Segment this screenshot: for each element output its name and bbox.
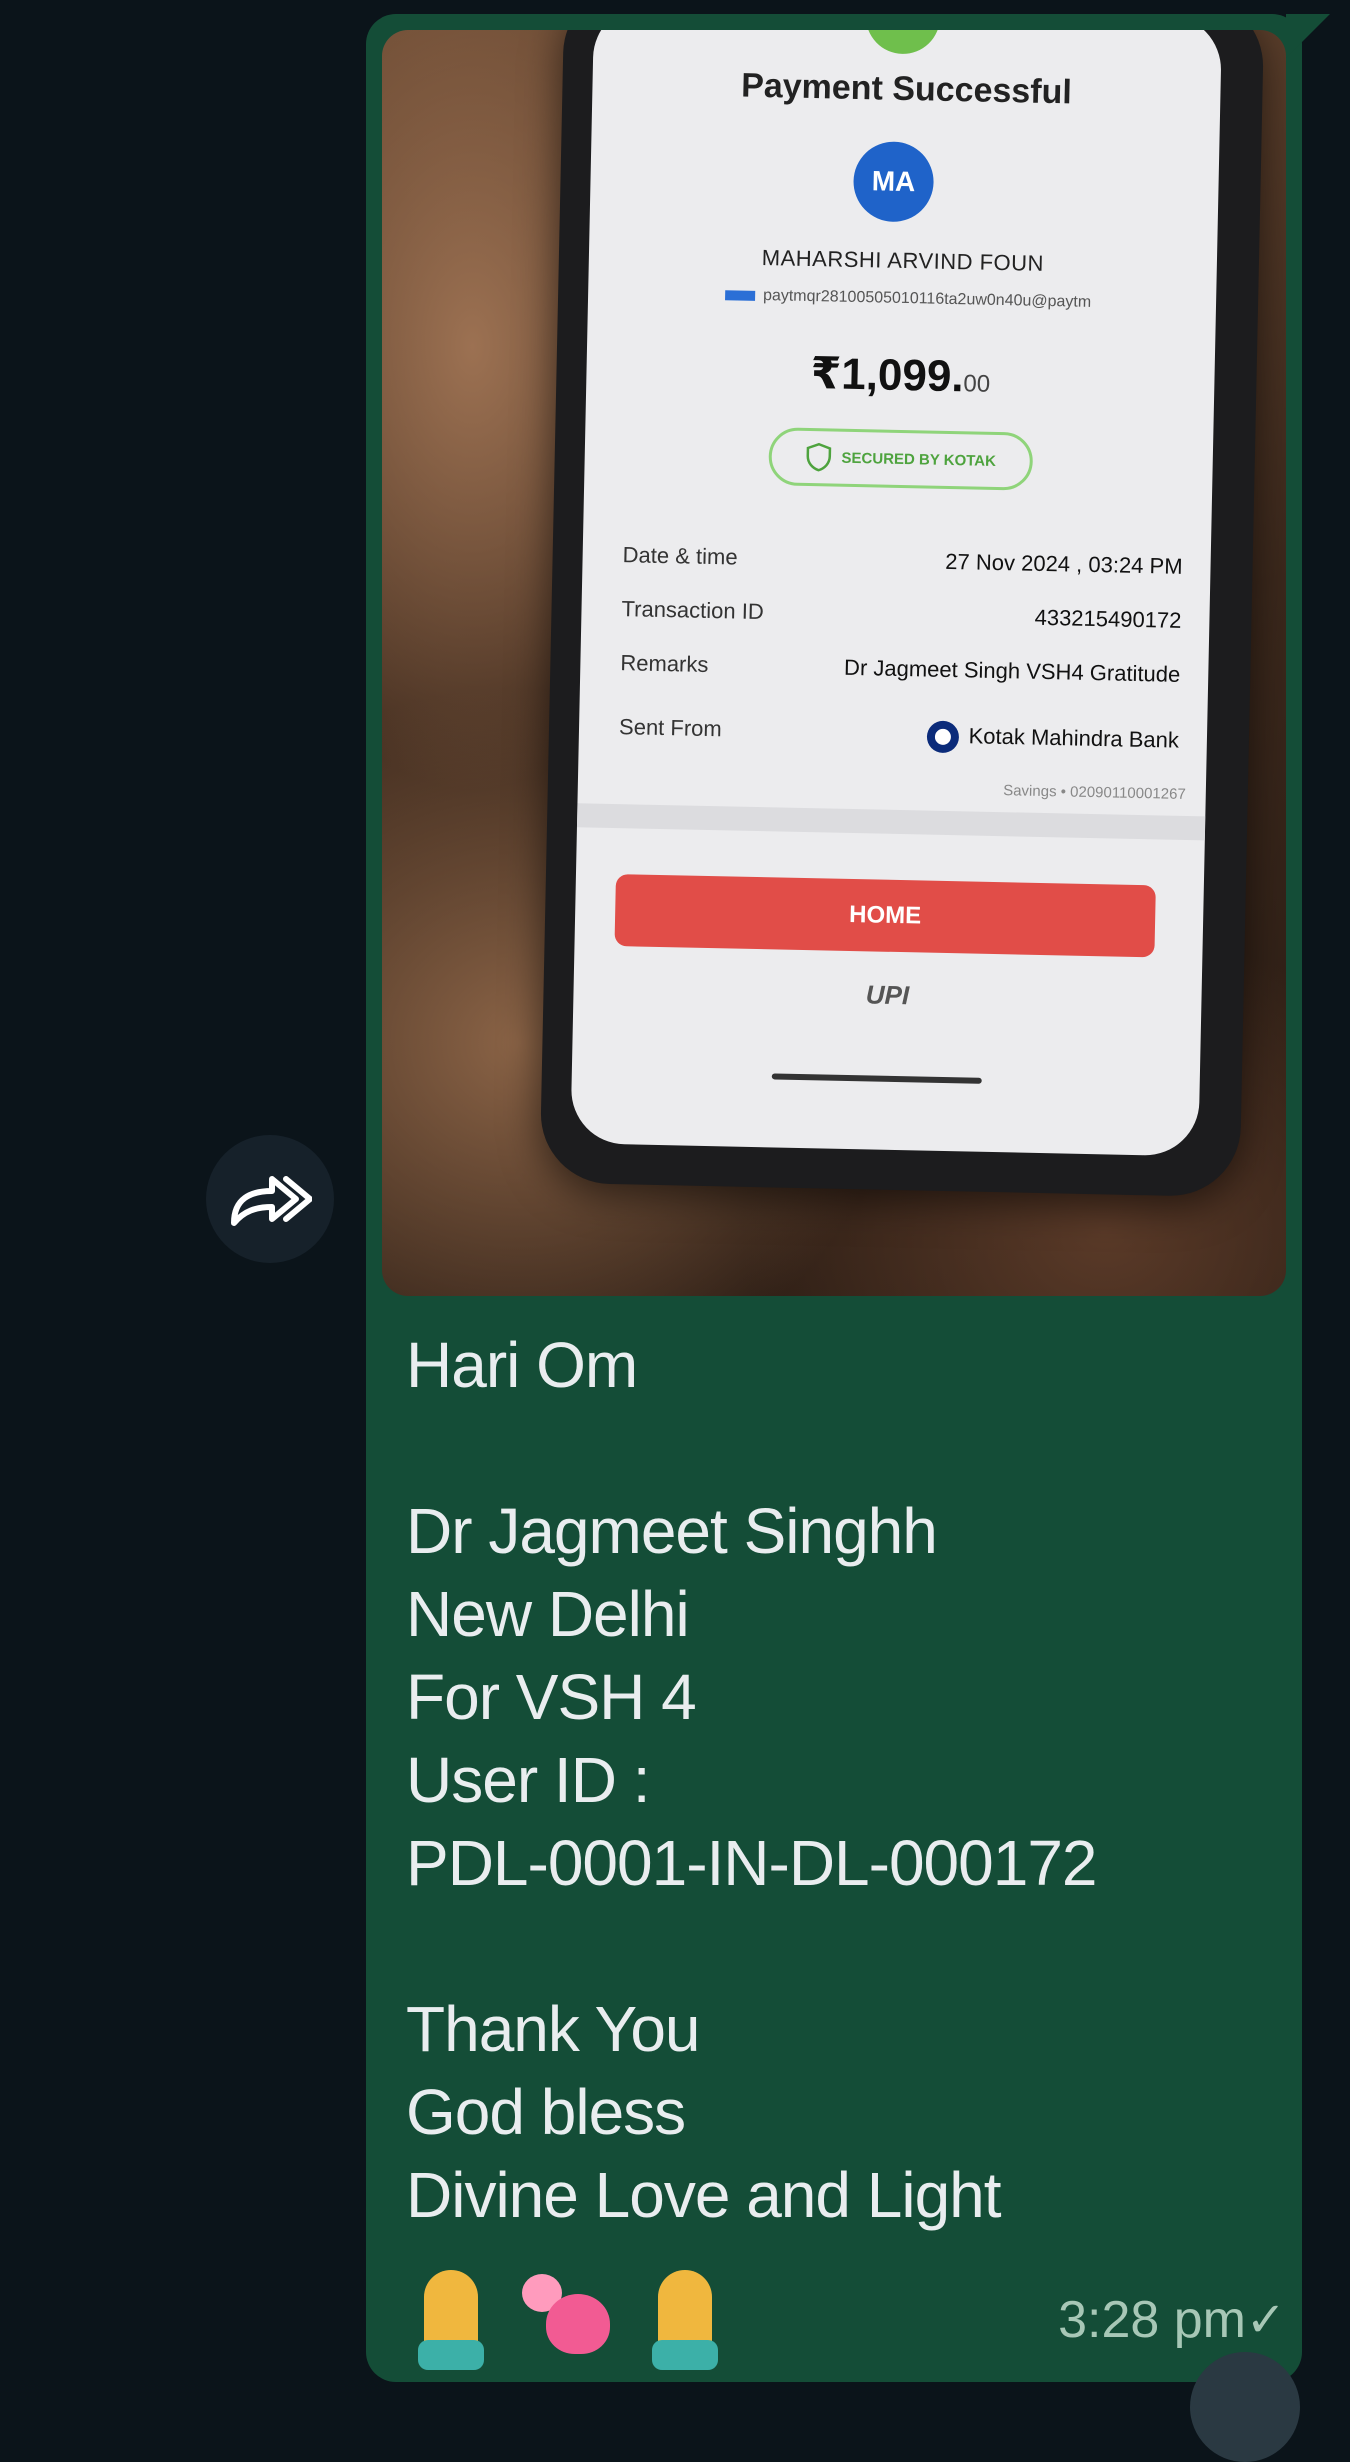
message-text: Hari Om Dr Jagmeet Singhh New Delhi For …: [406, 1329, 1098, 2231]
shield-icon: [806, 442, 831, 472]
bubble-tail: [1286, 14, 1330, 58]
detail-row-remarks: Remarks Dr Jagmeet Singh VSH4 Gratitude: [620, 650, 1181, 687]
detail-row-date: Date & time 27 Nov 2024 , 03:24 PM: [622, 542, 1183, 579]
single-check-icon: ✓: [1245, 2294, 1286, 2347]
paytm-icon: [724, 289, 756, 301]
payment-screenshot-photo[interactable]: Payment Successful MA MAHARSHI ARVIND FO…: [382, 30, 1286, 1296]
payee-name: MAHARSHI ARVIND FOUN: [761, 244, 1045, 276]
revolving-hearts-icon: [518, 2270, 618, 2370]
outgoing-message-bubble[interactable]: Payment Successful MA MAHARSHI ARVIND FO…: [366, 14, 1302, 2382]
folded-hands-icon: [648, 2270, 722, 2370]
folded-hands-icon: [414, 2270, 488, 2370]
detail-row-sent-from: Sent From Kotak Mahindra Bank: [618, 714, 1180, 754]
payment-amount: ₹1,099.00: [810, 349, 991, 402]
emoji-row: [414, 2270, 722, 2370]
message-timestamp: 3:28 pm: [1058, 2291, 1246, 2349]
payment-title: Payment Successful: [740, 66, 1073, 112]
upi-logo: UPI: [865, 979, 910, 1011]
phone-screen: Payment Successful MA MAHARSHI ARVIND FO…: [570, 30, 1223, 1157]
kotak-logo-icon: [926, 720, 959, 754]
home-button: HOME: [614, 874, 1156, 958]
scroll-down-button[interactable]: [1190, 2352, 1300, 2462]
forward-icon: [231, 1176, 312, 1226]
phone-frame: Payment Successful MA MAHARSHI ARVIND FO…: [539, 30, 1265, 1198]
payee-avatar: MA: [852, 140, 935, 223]
forward-button[interactable]: [206, 1135, 334, 1263]
home-indicator: [771, 1073, 982, 1084]
secured-badge: SECURED BY KOTAK: [768, 427, 1034, 491]
payee-vpa: paytmqr2810050501011​6ta2uw0n40u@paytm: [628, 284, 1188, 314]
savings-account: Savings • 02090110001267: [1003, 782, 1186, 803]
divider: [576, 803, 1206, 841]
success-check-icon: [865, 30, 941, 55]
detail-row-transaction-id: Transaction ID 433215490172: [621, 596, 1182, 633]
